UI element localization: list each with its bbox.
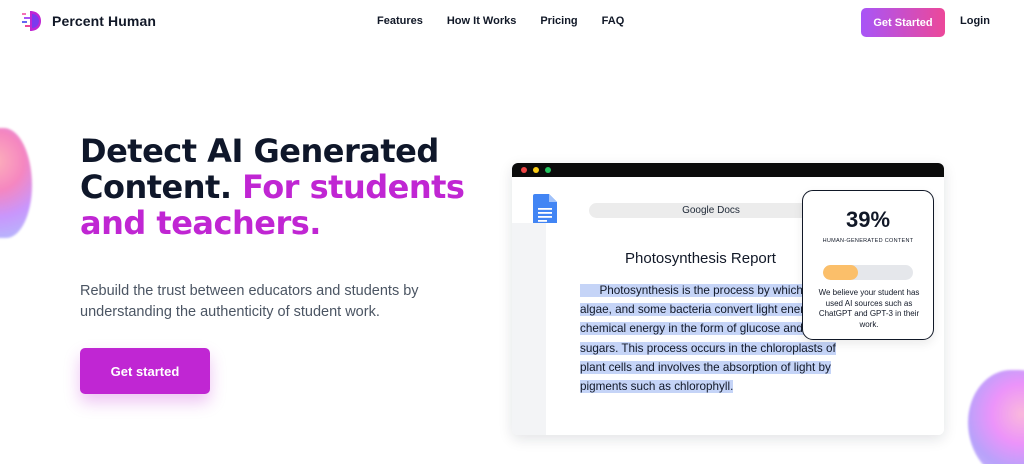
- hero-subtitle: Rebuild the trust between educators and …: [80, 283, 419, 320]
- brand-logo-icon: [22, 11, 41, 31]
- hero-title-line-1: Detect AI Generated: [80, 132, 439, 170]
- get-started-nav-button[interactable]: Get Started: [861, 8, 945, 37]
- hero-title-accent-2: and teachers.: [80, 204, 321, 242]
- hero-title-accent-1: For students: [242, 168, 465, 206]
- get-started-hero-button[interactable]: Get started: [80, 348, 210, 394]
- decorative-blob-right: [968, 370, 1024, 464]
- nav-link-pricing[interactable]: Pricing: [540, 15, 577, 27]
- doc-address-bar: Google Docs: [589, 203, 833, 218]
- login-link[interactable]: Login: [960, 15, 990, 27]
- nav-links: Features How It Works Pricing FAQ: [377, 15, 624, 27]
- decorative-blob-left: [0, 128, 32, 238]
- nav-link-how-it-works[interactable]: How It Works: [447, 15, 516, 27]
- window-maximize-dot: [545, 167, 551, 173]
- brand[interactable]: Percent Human: [22, 10, 156, 32]
- window-title-bar: [512, 163, 944, 177]
- score-progress-track: [823, 265, 913, 280]
- nav-link-features[interactable]: Features: [377, 15, 423, 27]
- nav-link-faq[interactable]: FAQ: [602, 15, 625, 27]
- top-nav: Percent Human Features How It Works Pric…: [0, 0, 1024, 44]
- google-docs-icon: [533, 194, 557, 225]
- window-close-dot: [521, 167, 527, 173]
- human-score-card: 39% HUMAN-GENERATED CONTENT We believe y…: [802, 190, 934, 340]
- window-minimize-dot: [533, 167, 539, 173]
- hero-title: Detect AI Generated Content. For student…: [80, 133, 500, 241]
- score-description: We believe your student has used AI sour…: [818, 288, 920, 329]
- hero-title-line-2: Content.: [80, 168, 243, 206]
- doc-title: Photosynthesis Report: [625, 250, 776, 267]
- score-percentage: 39%: [845, 207, 891, 232]
- score-progress-fill: [823, 265, 859, 280]
- score-label: HUMAN-GENERATED CONTENT: [822, 238, 914, 244]
- brand-name: Percent Human: [52, 13, 156, 29]
